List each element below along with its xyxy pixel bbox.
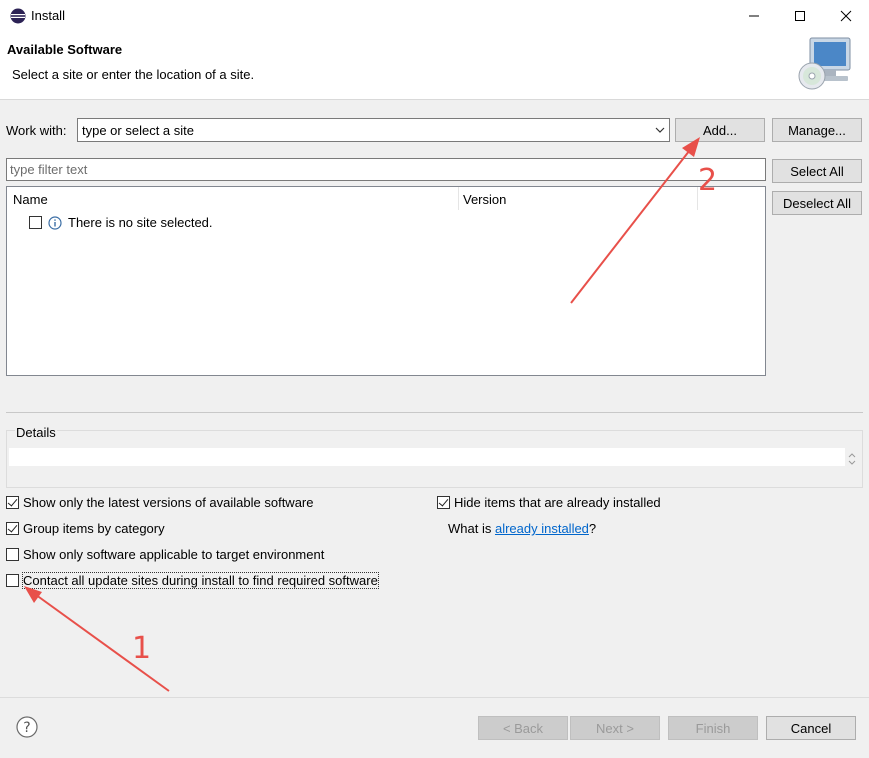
next-button[interactable]: Next >	[570, 716, 660, 740]
annotation-arrows	[24, 137, 700, 692]
back-label: < Back	[502, 720, 544, 736]
annotation-label-2: 2	[698, 163, 718, 198]
svg-text:?: ?	[23, 720, 30, 736]
back-button[interactable]: < Back	[478, 716, 568, 740]
next-label: Next >	[596, 720, 634, 736]
annotation-label-1: 1	[132, 631, 152, 666]
cancel-label: Cancel	[790, 720, 832, 736]
finish-button[interactable]: Finish	[668, 716, 758, 740]
annotation-arrow-2	[570, 137, 700, 304]
cancel-button[interactable]: Cancel	[766, 716, 856, 740]
help-icon[interactable]: ?	[16, 716, 38, 738]
finish-label: Finish	[695, 720, 731, 736]
footer-divider	[0, 697, 869, 698]
